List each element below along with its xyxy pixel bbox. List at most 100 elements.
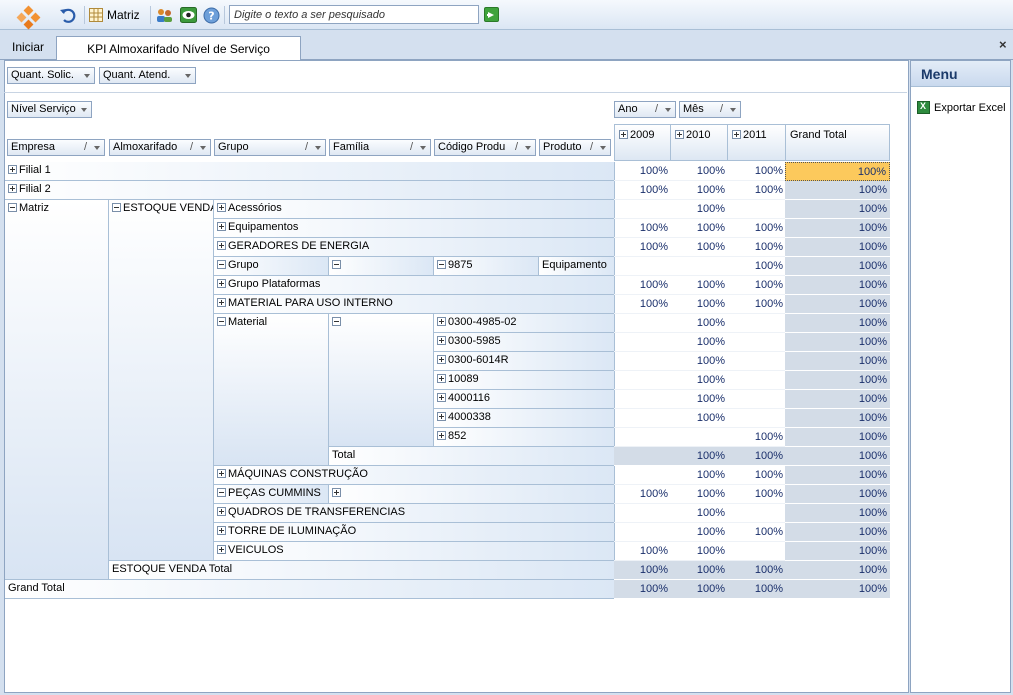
field-ano[interactable]: Ano / (614, 101, 676, 118)
value-cell[interactable]: 100% (785, 447, 890, 466)
expand-icon[interactable] (217, 526, 226, 535)
row-estoque-venda[interactable]: ESTOQUE VENDA (109, 200, 214, 561)
value-cell[interactable]: 100% (614, 485, 671, 504)
row-grupo[interactable]: Grupo (214, 257, 329, 276)
collapse-icon[interactable] (332, 260, 341, 269)
value-cell[interactable]: 100% (785, 219, 890, 238)
row-acessorios[interactable]: Acessórios (214, 200, 615, 219)
value-cell[interactable]: 100% (670, 371, 728, 390)
value-cell[interactable]: 100% (785, 333, 890, 352)
value-cell[interactable] (614, 523, 671, 542)
value-cell[interactable]: 100% (785, 561, 890, 580)
collapse-icon[interactable] (217, 488, 226, 497)
value-cell[interactable]: 100% (727, 428, 786, 447)
value-cell[interactable]: 100% (727, 580, 786, 599)
row-material-familia[interactable] (329, 314, 434, 447)
value-cell[interactable]: 100% (727, 238, 786, 257)
value-cell[interactable]: 100% (670, 561, 728, 580)
value-cell[interactable] (670, 428, 728, 447)
export-excel-button[interactable]: Exportar Excel (917, 101, 1006, 114)
chevron-down-icon[interactable] (185, 74, 191, 78)
value-cell[interactable] (727, 200, 786, 219)
value-cell[interactable]: 100% (727, 295, 786, 314)
row-code[interactable]: 0300-5985 (434, 333, 615, 352)
value-cell[interactable]: 100% (785, 542, 890, 561)
value-cell[interactable] (614, 371, 671, 390)
chevron-down-icon[interactable] (315, 146, 321, 150)
tab-kpi-almoxarifado[interactable]: KPI Almoxarifado Nível de Serviço (56, 36, 301, 61)
value-cell[interactable]: 100% (785, 200, 890, 219)
value-cell[interactable]: 100% (785, 257, 890, 276)
users-icon[interactable] (155, 6, 173, 24)
chevron-down-icon[interactable] (665, 108, 671, 112)
row-material[interactable]: Material (214, 314, 329, 466)
expand-icon[interactable] (332, 488, 341, 497)
expand-icon[interactable] (217, 507, 226, 516)
value-cell[interactable]: 100% (670, 542, 728, 561)
expand-icon[interactable] (217, 545, 226, 554)
field-grupo[interactable]: Grupo / (214, 139, 326, 156)
value-cell[interactable]: 100% (727, 162, 786, 181)
field-familia[interactable]: Família / (329, 139, 431, 156)
chevron-down-icon[interactable] (420, 146, 426, 150)
expand-icon[interactable] (217, 222, 226, 231)
chevron-down-icon[interactable] (200, 146, 206, 150)
row-filial-1[interactable]: Filial 1 (5, 162, 615, 181)
value-cell[interactable] (614, 428, 671, 447)
value-cell[interactable] (727, 314, 786, 333)
col-header-2011[interactable]: 2011 (727, 124, 786, 161)
value-cell[interactable]: 100% (785, 523, 890, 542)
matriz-button[interactable]: Matriz (89, 5, 140, 25)
search-go-arrow-icon[interactable] (484, 7, 499, 22)
value-cell[interactable]: 100% (614, 276, 671, 295)
collapse-icon[interactable] (437, 260, 446, 269)
row-code[interactable]: 4000116 (434, 390, 615, 409)
row-equipamentos[interactable]: Equipamentos (214, 219, 615, 238)
value-cell[interactable]: 100% (785, 314, 890, 333)
value-cell[interactable] (614, 447, 671, 466)
value-cell[interactable]: 100% (614, 238, 671, 257)
row-veiculos[interactable]: VEICULOS (214, 542, 615, 561)
row-code[interactable]: 852 (434, 428, 615, 447)
row-code-9875[interactable]: 9875 (434, 257, 539, 276)
chevron-down-icon[interactable] (525, 146, 531, 150)
value-cell[interactable]: 100% (670, 580, 728, 599)
value-cell[interactable]: 100% (785, 409, 890, 428)
tab-home[interactable]: Iniciar (4, 35, 52, 59)
value-cell[interactable]: 100% (785, 295, 890, 314)
value-cell[interactable]: 100% (785, 238, 890, 257)
value-cell[interactable] (727, 542, 786, 561)
row-material-uso-interno[interactable]: MATERIAL PARA USO INTERNO (214, 295, 615, 314)
field-produto[interactable]: Produto / (539, 139, 611, 156)
expand-icon[interactable] (675, 130, 684, 139)
value-cell[interactable] (614, 390, 671, 409)
value-cell[interactable] (614, 352, 671, 371)
row-geradores-energia[interactable]: GERADORES DE ENERGIA (214, 238, 615, 257)
value-cell[interactable]: 100% (670, 523, 728, 542)
value-cell[interactable]: 100% (785, 390, 890, 409)
eye-icon[interactable] (179, 6, 197, 24)
row-maquinas-construcao[interactable]: MÁQUINAS CONSTRUÇÃO (214, 466, 615, 485)
value-cell[interactable]: 100% (670, 409, 728, 428)
value-cell[interactable]: 100% (670, 504, 728, 523)
field-empresa[interactable]: Empresa / (7, 139, 105, 156)
row-quadros-transferencias[interactable]: QUADROS DE TRANSFERENCIAS (214, 504, 615, 523)
expand-icon[interactable] (8, 165, 17, 174)
field-codigo-produto[interactable]: Código Produ / (434, 139, 536, 156)
value-cell[interactable]: 100% (670, 352, 728, 371)
chevron-down-icon[interactable] (94, 146, 100, 150)
value-cell[interactable] (614, 257, 671, 276)
expand-icon[interactable] (8, 184, 17, 193)
value-cell[interactable]: 100% (727, 181, 786, 200)
value-cell[interactable]: 100% (727, 561, 786, 580)
value-cell[interactable] (727, 352, 786, 371)
expand-icon[interactable] (437, 374, 446, 383)
value-cell[interactable]: 100% (727, 523, 786, 542)
help-icon[interactable]: ? (202, 6, 220, 24)
expand-icon[interactable] (217, 203, 226, 212)
col-header-2010[interactable]: 2010 (670, 124, 728, 161)
close-tab-icon[interactable]: × (999, 37, 1007, 52)
chevron-down-icon[interactable] (600, 146, 606, 150)
value-cell[interactable]: 100% (785, 485, 890, 504)
field-almoxarifado[interactable]: Almoxarifado / (109, 139, 211, 156)
